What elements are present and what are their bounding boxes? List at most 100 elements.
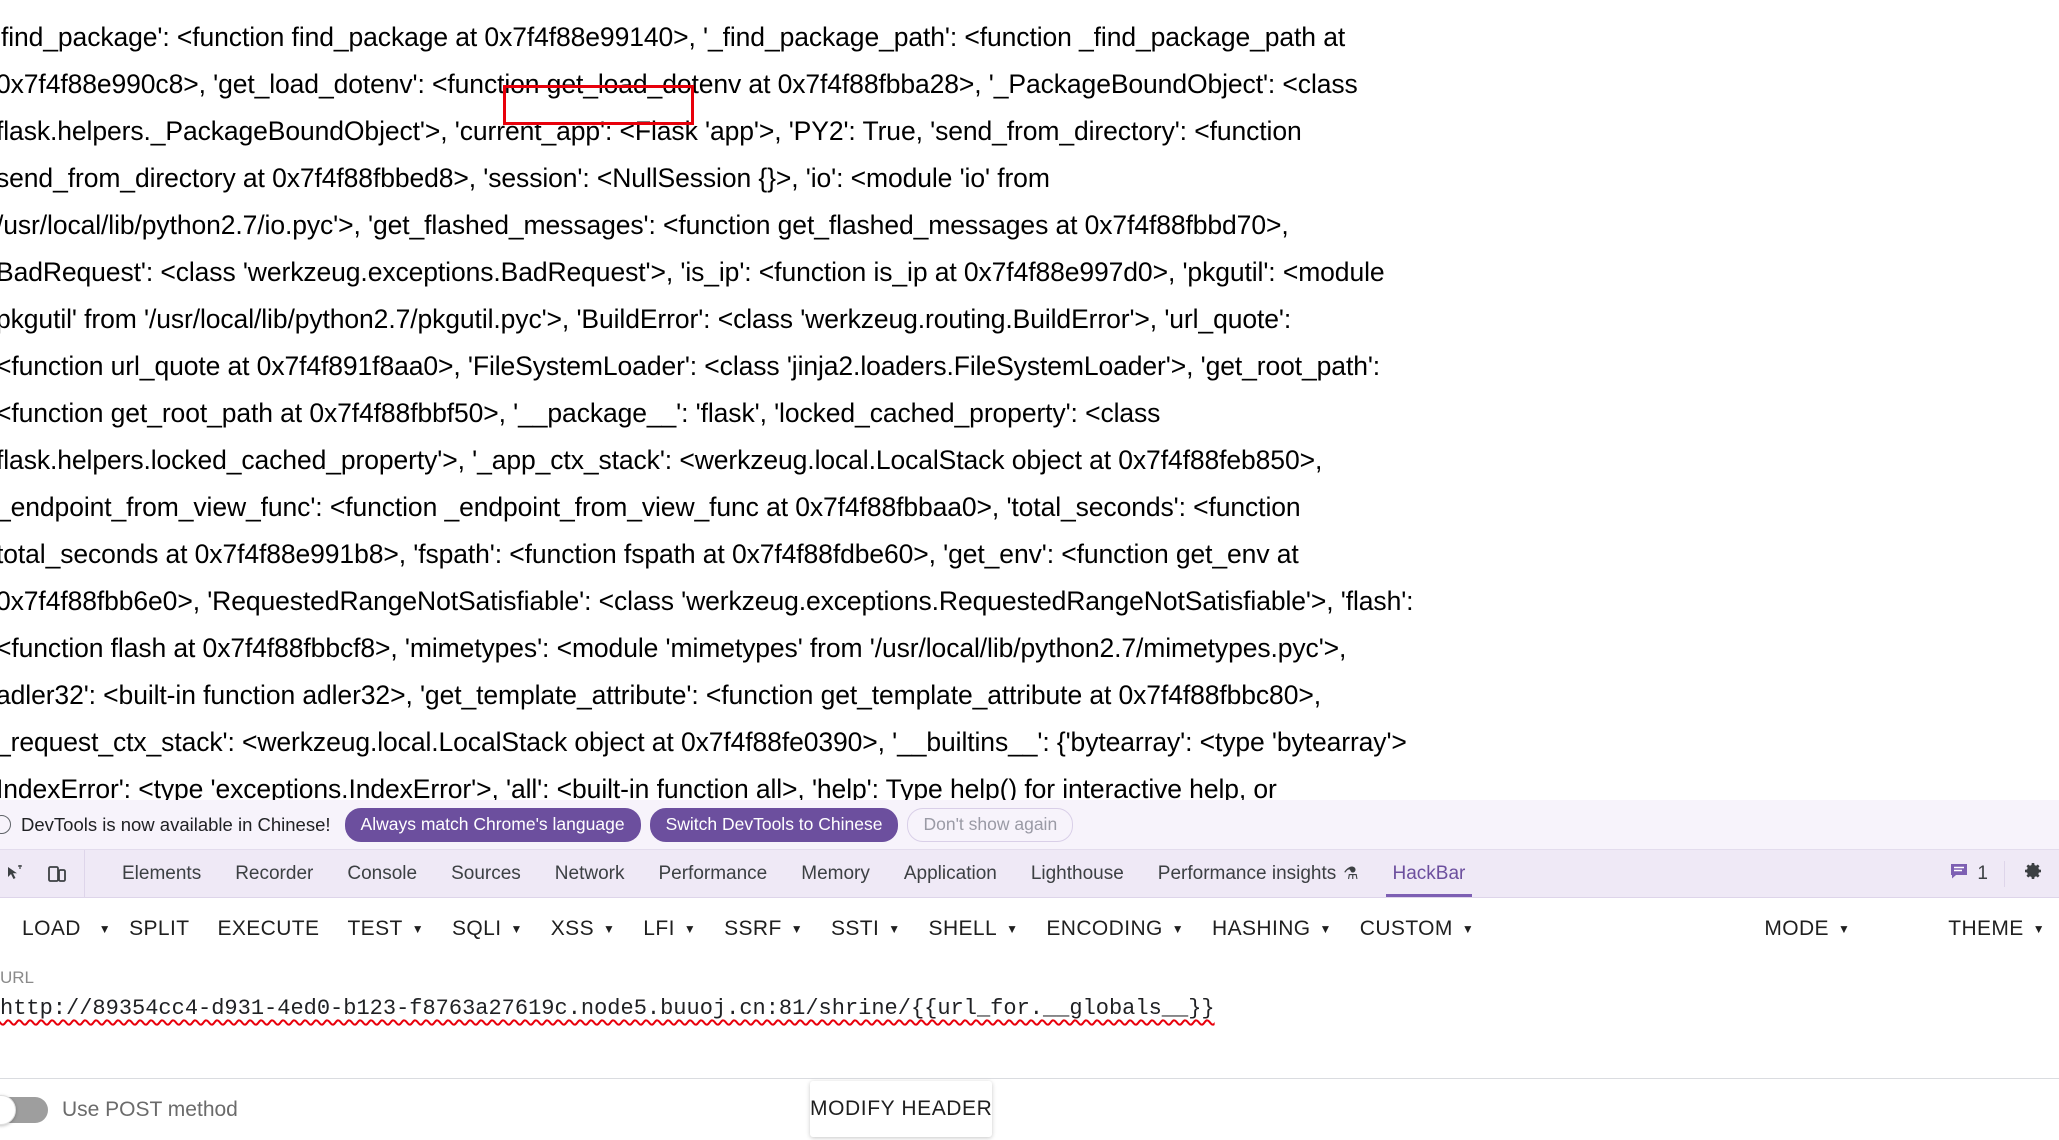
tab-label: Elements <box>122 862 202 884</box>
tab-performance-insights[interactable]: Performance insights ⚗ <box>1141 850 1376 897</box>
use-post-method-toggle[interactable]: Use POST method <box>0 1094 238 1125</box>
tab-label: Performance <box>658 862 768 884</box>
sqli-button[interactable]: SQLI ▼ <box>438 907 537 951</box>
console-message-count-value: 1 <box>1977 862 1988 884</box>
tab-label: Application <box>903 862 997 884</box>
tab-console[interactable]: Console <box>330 850 434 897</box>
button-label: SQLI <box>452 917 502 940</box>
console-dump-line: <function url_quote at 0x7f4f891f8aa0>, … <box>0 351 1381 381</box>
chevron-down-icon: ▼ <box>1837 922 1851 936</box>
hashing-button[interactable]: HASHING ▼ <box>1198 907 1346 951</box>
console-dump-line: flask.helpers._PackageBoundObject'>, 'cu… <box>0 116 1302 146</box>
url-field-label: URL <box>0 968 35 987</box>
tab-hackbar[interactable]: HackBar <box>1376 850 1483 897</box>
chevron-down-icon: ▼ <box>1171 922 1185 936</box>
chevron-down-icon: ▼ <box>602 922 616 936</box>
tab-label: Lighthouse <box>1030 862 1124 884</box>
tab-recorder[interactable]: Recorder <box>218 850 330 897</box>
load-button[interactable]: LOAD <box>8 907 95 951</box>
toggle-knob <box>0 1094 16 1125</box>
console-dump-line: pkgutil' from '/usr/local/lib/python2.7/… <box>0 304 1292 334</box>
tab-label: Memory <box>801 862 870 884</box>
tab-sources[interactable]: Sources <box>434 850 538 897</box>
chevron-down-icon: ▼ <box>683 922 697 936</box>
chevron-down-icon: ▼ <box>1461 922 1475 936</box>
theme-button[interactable]: THEME ▼ <box>1934 907 2059 951</box>
button-label: LOAD <box>22 917 81 940</box>
xss-button[interactable]: XSS ▼ <box>537 907 630 951</box>
execute-button[interactable]: EXECUTE <box>203 907 333 951</box>
url-input[interactable]: http://89354cc4-d931-4ed0-b123-f8763a276… <box>0 996 2059 1021</box>
language-notice-message: DevTools is now available in Chinese! <box>21 813 331 835</box>
button-label: TEST <box>347 917 403 940</box>
ssrf-button[interactable]: SSRF ▼ <box>710 907 817 951</box>
use-post-method-label: Use POST method <box>62 1097 238 1121</box>
settings-gear-icon[interactable] <box>2005 859 2045 888</box>
console-dump-line: flask.helpers.locked_cached_property'>, … <box>0 445 1323 475</box>
switch-devtools-to-chinese-button[interactable]: Switch DevTools to Chinese <box>649 807 899 842</box>
chevron-down-icon: ▼ <box>2032 922 2045 936</box>
console-dump-line: <function get_root_path at 0x7f4f88fbbf5… <box>0 398 1161 428</box>
console-dump-line: IndexError': <type 'exceptions.IndexErro… <box>0 774 1277 800</box>
encoding-button[interactable]: ENCODING ▼ <box>1032 907 1198 951</box>
browser-page-content: 'find_package': <function find_package a… <box>0 0 2059 800</box>
experiment-flask-icon: ⚗ <box>1343 863 1359 883</box>
console-message-icon <box>1949 861 1969 887</box>
toggle-track <box>0 1094 48 1125</box>
hackbar-bottom-bar: Use POST method MODIFY HEADER <box>0 1078 2059 1140</box>
inspect-element-icon[interactable] <box>2 861 28 887</box>
lfi-button[interactable]: LFI ▼ <box>629 907 710 951</box>
console-dump-text: 'find_package': <function find_package a… <box>0 14 2059 800</box>
button-label: SHELL <box>928 917 998 940</box>
hackbar-url-area: URL http://89354cc4-d931-4ed0-b123-f8763… <box>0 960 2059 1021</box>
dont-show-again-button[interactable]: Don't show again <box>907 807 1074 842</box>
chevron-down-icon: ▼ <box>98 922 112 936</box>
tab-label: HackBar <box>1392 862 1466 884</box>
console-dump-line: BadRequest': <class 'werkzeug.exceptions… <box>0 257 1385 287</box>
chevron-down-icon: ▼ <box>1006 922 1019 936</box>
chevron-down-icon: ▼ <box>411 922 424 936</box>
modify-header-button[interactable]: MODIFY HEADER <box>810 1081 993 1137</box>
tab-network[interactable]: Network <box>538 850 642 897</box>
button-label: THEME <box>1948 917 2024 940</box>
device-toolbar-icon[interactable] <box>44 861 70 887</box>
console-dump-line: /usr/local/lib/python2.7/io.pyc'>, 'get_… <box>0 210 1289 240</box>
tab-performance[interactable]: Performance <box>641 850 784 897</box>
hackbar-panel: LOAD ▼ SPLIT EXECUTE TEST ▼ SQLI ▼ XSS ▼ LFI ▼ SSRF ▼… <box>0 898 2059 1140</box>
console-dump-line: _endpoint_from_view_func': <function _en… <box>0 492 1301 522</box>
button-label: MODE <box>1764 917 1829 940</box>
console-dump-line: 0x7f4f88fbb6e0>, 'RequestedRangeNotSatis… <box>0 586 1414 616</box>
custom-button[interactable]: CUSTOM ▼ <box>1346 907 1488 951</box>
console-dump-line: send_from_directory at 0x7f4f88fbbed8>, … <box>0 163 1050 193</box>
tab-elements[interactable]: Elements <box>105 850 218 897</box>
chevron-down-icon: ▼ <box>510 922 523 936</box>
tab-lighthouse[interactable]: Lighthouse <box>1014 850 1141 897</box>
tab-label: Network <box>554 862 625 884</box>
split-button[interactable]: SPLIT <box>115 907 203 951</box>
tab-label: Sources <box>451 862 521 884</box>
console-dump-line: 0x7f4f88e990c8>, 'get_load_dotenv': <fun… <box>0 69 1358 99</box>
console-message-count[interactable]: 1 <box>1949 860 2005 887</box>
button-label: ENCODING <box>1046 917 1163 940</box>
info-icon <box>0 815 11 834</box>
button-label: CUSTOM <box>1359 917 1453 940</box>
tab-label: Recorder <box>235 862 314 884</box>
button-label: HASHING <box>1212 917 1311 940</box>
devtools-tabs: Elements Recorder Console Sources Network Per… <box>85 850 1949 897</box>
button-label: EXECUTE <box>217 917 320 940</box>
always-match-chrome-language-button[interactable]: Always match Chrome's language <box>344 807 641 842</box>
tab-application[interactable]: Application <box>887 850 1014 897</box>
shell-button[interactable]: SHELL ▼ <box>915 907 1033 951</box>
mode-button[interactable]: MODE ▼ <box>1750 907 1864 951</box>
ssti-button[interactable]: SSTI ▼ <box>817 907 915 951</box>
test-button[interactable]: TEST ▼ <box>333 907 438 951</box>
chevron-down-icon: ▼ <box>790 922 803 936</box>
console-dump-line: 'find_package': <function find_package a… <box>0 22 1346 52</box>
load-dropdown-button[interactable]: ▼ <box>95 913 115 945</box>
tab-memory[interactable]: Memory <box>784 850 887 897</box>
console-dump-line: total_seconds at 0x7f4f88e991b8>, 'fspat… <box>0 539 1299 569</box>
console-dump-line: <function flash at 0x7f4f88fbbcf8>, 'mim… <box>0 633 1347 663</box>
tab-label: Performance insights <box>1157 862 1337 884</box>
console-dump-line: adler32': <built-in function adler32>, '… <box>0 680 1321 710</box>
console-dump-line: _request_ctx_stack': <werkzeug.local.Loc… <box>0 727 1407 757</box>
